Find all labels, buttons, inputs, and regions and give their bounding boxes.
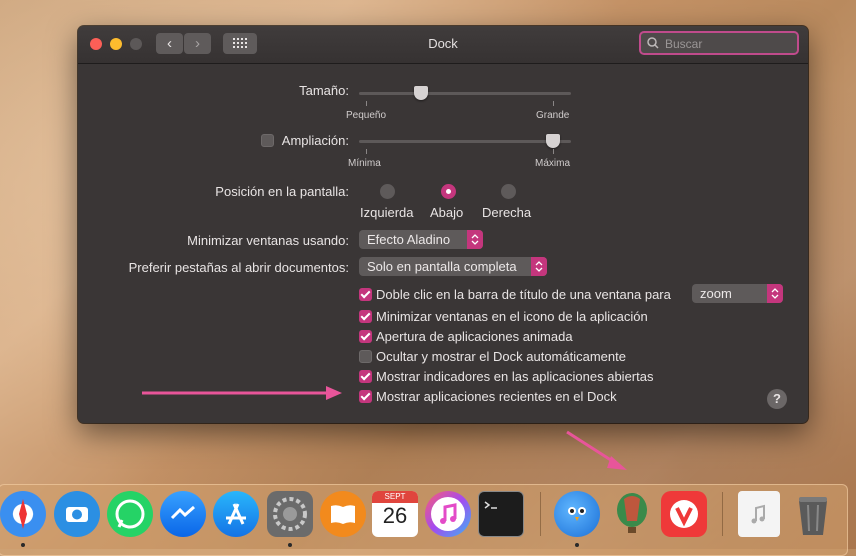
- radio-right[interactable]: [501, 184, 516, 199]
- search-icon: [647, 37, 659, 49]
- radio-left-label: Izquierda: [360, 205, 414, 220]
- calendar-month: SEPT: [372, 491, 418, 503]
- system-preferences-icon[interactable]: [267, 491, 313, 537]
- tabs-value: Solo en pantalla completa: [367, 259, 517, 274]
- annotation-arrow-right-icon: [142, 386, 342, 400]
- size-slider-thumb[interactable]: [414, 86, 428, 100]
- terminal-app-icon[interactable]: [478, 491, 524, 537]
- annotation-arrow-down-icon: [566, 430, 627, 470]
- doubleclick-action-popup[interactable]: zoom: [692, 284, 783, 303]
- running-indicator: [21, 543, 25, 547]
- size-label: Tamaño:: [299, 83, 349, 98]
- popup-arrows-icon: [531, 257, 547, 276]
- dock-separator: [722, 492, 723, 536]
- option-checkbox-indicators[interactable]: [359, 370, 372, 383]
- tick-mark: [366, 101, 367, 106]
- minimize-effect-value: Efecto Aladino: [367, 232, 451, 247]
- option-label-autohide: Ocultar y mostrar el Dock automáticament…: [376, 349, 626, 364]
- title-bar: ‹ › Dock: [78, 26, 808, 64]
- magnification-checkbox[interactable]: [261, 134, 274, 147]
- radio-right-label: Derecha: [482, 205, 532, 220]
- whatsapp-app-icon[interactable]: [107, 491, 153, 537]
- calendar-app-icon[interactable]: SEPT 26: [372, 491, 418, 537]
- size-max-label: Grande: [536, 110, 570, 121]
- running-indicator: [288, 543, 292, 547]
- option-checkbox-animate[interactable]: [359, 330, 372, 343]
- option-label-doubleclick: Doble clic en la barra de título de una …: [376, 287, 671, 302]
- app-store-icon[interactable]: [213, 491, 259, 537]
- magnification-slider-track[interactable]: [359, 140, 571, 143]
- option-checkbox-recent-apps[interactable]: [359, 390, 372, 403]
- dock-separator: [540, 492, 541, 536]
- search-field[interactable]: [639, 31, 799, 55]
- magnification-slider-thumb[interactable]: [546, 134, 560, 148]
- safari-app-icon[interactable]: [0, 491, 46, 537]
- minimize-label: Minimizar ventanas usando:: [187, 233, 349, 248]
- option-checkbox-doubleclick[interactable]: [359, 288, 372, 301]
- radio-bottom[interactable]: [441, 184, 456, 199]
- option-label-indicators: Mostrar indicadores en las aplicaciones …: [376, 369, 654, 384]
- help-button[interactable]: ?: [767, 389, 787, 409]
- balloon-app-icon[interactable]: [609, 491, 655, 537]
- tick-mark: [366, 149, 367, 154]
- option-label-recent-apps: Mostrar aplicaciones recientes en el Doc…: [376, 389, 617, 404]
- radio-left[interactable]: [380, 184, 395, 199]
- tick-mark: [553, 101, 554, 106]
- tabs-popup[interactable]: Solo en pantalla completa: [359, 257, 547, 276]
- magnification-min-label: Mínima: [348, 158, 381, 169]
- tick-mark: [553, 149, 554, 154]
- books-app-icon[interactable]: [320, 491, 366, 537]
- option-checkbox-minimize-into-icon[interactable]: [359, 310, 372, 323]
- minimize-effect-popup[interactable]: Efecto Aladino: [359, 230, 483, 249]
- radio-bottom-label: Abajo: [430, 205, 464, 220]
- tweetbot-app-icon[interactable]: [554, 491, 600, 537]
- doubleclick-action-value: zoom: [700, 286, 732, 301]
- calendar-day: 26: [382, 503, 408, 528]
- magnification-label: Ampliación:: [281, 133, 349, 148]
- tabs-label: Preferir pestañas al abrir documentos:: [128, 260, 349, 275]
- messenger-app-icon[interactable]: [160, 491, 206, 537]
- option-label-minimize-into-icon: Minimizar ventanas en el icono de la apl…: [376, 309, 648, 324]
- size-slider-track[interactable]: [359, 92, 571, 95]
- documents-folder-icon[interactable]: [738, 491, 780, 537]
- trash-icon[interactable]: [790, 491, 836, 537]
- vivaldi-app-icon[interactable]: [661, 491, 707, 537]
- running-indicator: [575, 543, 579, 547]
- popup-arrows-icon: [767, 284, 783, 303]
- size-min-label: Pequeño: [346, 110, 387, 121]
- option-label-animate: Apertura de aplicaciones animada: [376, 329, 573, 344]
- position-label: Posición en la pantalla:: [215, 184, 349, 199]
- option-checkbox-autohide[interactable]: [359, 350, 372, 363]
- popup-arrows-icon: [467, 230, 483, 249]
- screenshot-app-icon[interactable]: [54, 491, 100, 537]
- dock-preferences-window: ‹ › Dock Tamaño: Pequeño Grande Am: [78, 26, 808, 423]
- magnification-max-label: Máxima: [535, 158, 571, 169]
- itunes-app-icon[interactable]: [425, 491, 471, 537]
- search-input[interactable]: [663, 35, 797, 53]
